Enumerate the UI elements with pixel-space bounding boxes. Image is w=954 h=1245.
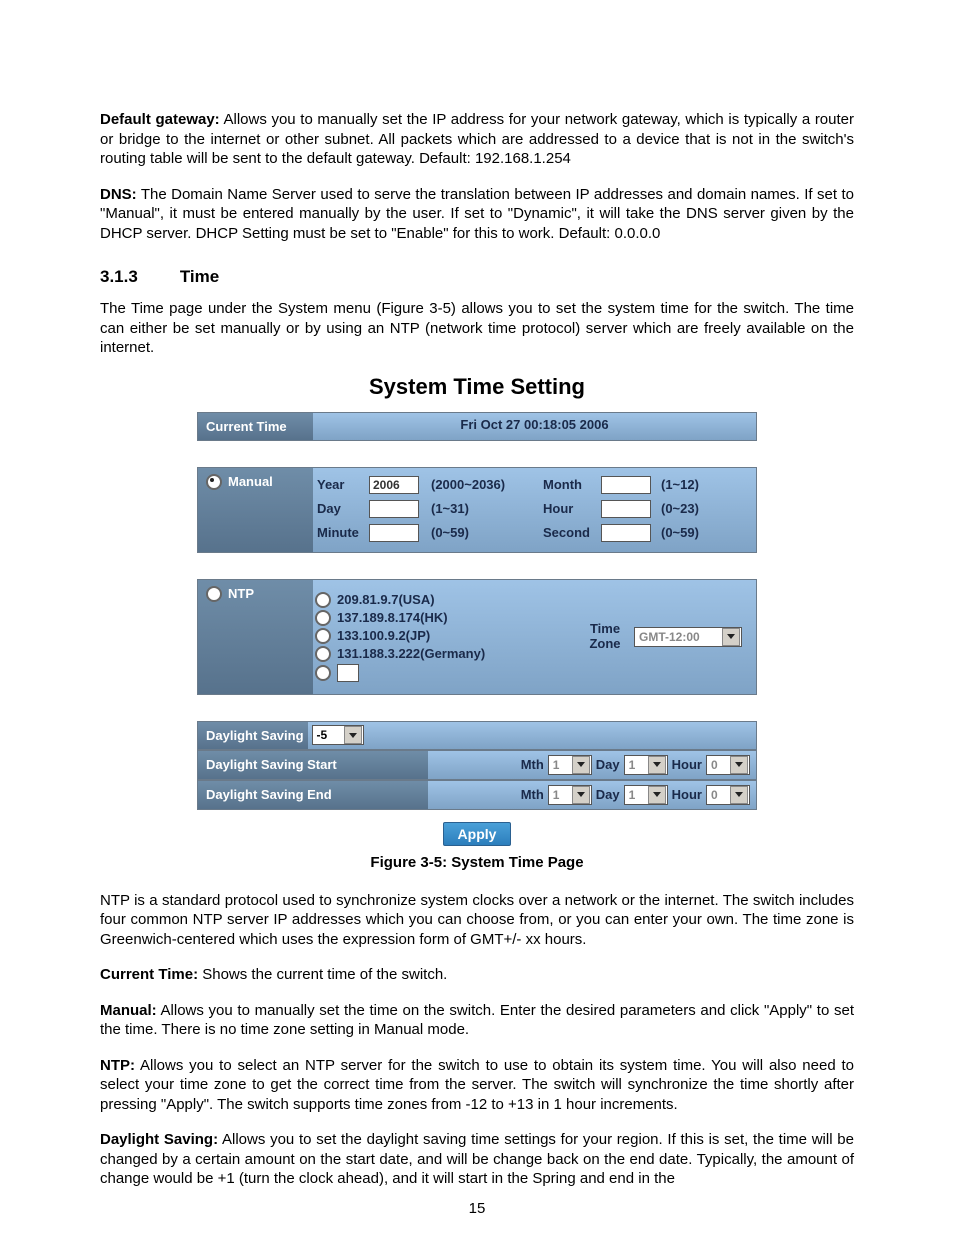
second-hint: (0~59): [661, 525, 731, 540]
page-number: 15: [0, 1200, 954, 1217]
paragraph-daylight-saving: Daylight Saving: Allows you to set the d…: [100, 1130, 854, 1189]
radio-ntp-server-3[interactable]: [315, 646, 331, 662]
ntp-option-0[interactable]: 209.81.9.7(USA): [315, 592, 582, 608]
year-input[interactable]: [369, 476, 419, 494]
day-input[interactable]: [369, 500, 419, 518]
start-month-dropdown[interactable]: 1: [548, 755, 592, 775]
radio-ntp-server-custom[interactable]: [315, 665, 331, 681]
timezone-label: TimeZone: [582, 622, 628, 651]
second-input[interactable]: [601, 524, 651, 542]
term-ntp: NTP:: [100, 1057, 135, 1074]
chevron-down-icon[interactable]: [730, 756, 748, 774]
term-daylight-saving: Daylight Saving:: [100, 1131, 218, 1148]
paragraph-manual: Manual: Allows you to manually set the t…: [100, 1001, 854, 1040]
figure-system-time: System Time Setting Current Time Fri Oct…: [197, 374, 757, 846]
paragraph-ntp: NTP: Allows you to select an NTP server …: [100, 1056, 854, 1115]
start-mth-label: Mth: [521, 757, 544, 772]
section-heading-time: 3.1.3Time: [100, 267, 854, 287]
manual-row: Manual Year (2000~2036) Month (1~12) Day…: [197, 467, 757, 553]
hour-hint: (0~23): [661, 501, 731, 516]
ntp-option-custom[interactable]: [315, 664, 582, 682]
start-day-label: Day: [596, 757, 620, 772]
chevron-down-icon[interactable]: [344, 726, 362, 744]
term-dns: DNS:: [100, 186, 137, 203]
ntp-option-2[interactable]: 133.100.9.2(JP): [315, 628, 582, 644]
ntp-row: NTP 209.81.9.7(USA) 137.189.8.174(HK) 13…: [197, 579, 757, 695]
paragraph-current-time: Current Time: Shows the current time of …: [100, 965, 854, 985]
start-hour-label: Hour: [672, 757, 702, 772]
ntp-custom-input[interactable]: [337, 664, 359, 682]
daylight-saving-offset-row: Daylight Saving -5: [197, 721, 757, 750]
minute-input[interactable]: [369, 524, 419, 542]
hour-input[interactable]: [601, 500, 651, 518]
daylight-start-row: Daylight Saving Start Mth 1 Day 1 Hour 0: [197, 750, 757, 780]
term-current-time: Current Time:: [100, 966, 198, 983]
end-hour-dropdown[interactable]: 0: [706, 785, 750, 805]
manual-label-cell[interactable]: Manual: [198, 468, 313, 552]
timezone-dropdown[interactable]: GMT-12:00: [634, 627, 742, 647]
end-hour-label: Hour: [672, 787, 702, 802]
manual-label: Manual: [228, 474, 273, 489]
month-input[interactable]: [601, 476, 651, 494]
ntp-label: NTP: [228, 586, 254, 601]
paragraph-default-gateway: Default gateway: Allows you to manually …: [100, 110, 854, 169]
paragraph-ntp-intro: NTP is a standard protocol used to synch…: [100, 891, 854, 950]
apply-button[interactable]: Apply: [443, 822, 512, 846]
minute-hint: (0~59): [431, 525, 541, 540]
daylight-end-label: Daylight Saving End: [198, 781, 428, 809]
hour-label: Hour: [541, 501, 601, 516]
end-day-dropdown[interactable]: 1: [624, 785, 668, 805]
month-label: Month: [541, 477, 601, 492]
chevron-down-icon[interactable]: [648, 756, 666, 774]
end-month-dropdown[interactable]: 1: [548, 785, 592, 805]
ntp-option-1[interactable]: 137.189.8.174(HK): [315, 610, 582, 626]
current-time-value: Fri Oct 27 00:18:05 2006: [313, 413, 756, 440]
chevron-down-icon[interactable]: [722, 628, 740, 646]
start-hour-dropdown[interactable]: 0: [706, 755, 750, 775]
year-hint: (2000~2036): [431, 477, 541, 492]
start-day-dropdown[interactable]: 1: [624, 755, 668, 775]
day-hint: (1~31): [431, 501, 541, 516]
figure-caption: Figure 3-5: System Time Page: [100, 854, 854, 871]
daylight-end-row: Daylight Saving End Mth 1 Day 1 Hour 0: [197, 780, 757, 810]
paragraph-dns: DNS: The Domain Name Server used to serv…: [100, 185, 854, 244]
radio-ntp-server-2[interactable]: [315, 628, 331, 644]
chevron-down-icon[interactable]: [730, 786, 748, 804]
year-label: Year: [315, 477, 369, 492]
radio-manual[interactable]: [206, 474, 222, 490]
chevron-down-icon[interactable]: [648, 786, 666, 804]
term-manual: Manual:: [100, 1002, 157, 1019]
chevron-down-icon[interactable]: [572, 756, 590, 774]
chevron-down-icon[interactable]: [572, 786, 590, 804]
radio-ntp-server-0[interactable]: [315, 592, 331, 608]
ntp-label-cell[interactable]: NTP: [198, 580, 313, 694]
daylight-saving-label: Daylight Saving: [198, 722, 308, 749]
daylight-start-label: Daylight Saving Start: [198, 751, 428, 779]
end-day-label: Day: [596, 787, 620, 802]
paragraph-time-intro: The Time page under the System menu (Fig…: [100, 299, 854, 358]
daylight-offset-dropdown[interactable]: -5: [312, 725, 364, 745]
current-time-label: Current Time: [198, 413, 313, 440]
month-hint: (1~12): [661, 477, 731, 492]
radio-ntp-server-1[interactable]: [315, 610, 331, 626]
ntp-option-3[interactable]: 131.188.3.222(Germany): [315, 646, 582, 662]
end-mth-label: Mth: [521, 787, 544, 802]
minute-label: Minute: [315, 525, 369, 540]
day-label: Day: [315, 501, 369, 516]
radio-ntp[interactable]: [206, 586, 222, 602]
term-default-gateway: Default gateway:: [100, 111, 220, 128]
current-time-row: Current Time Fri Oct 27 00:18:05 2006: [197, 412, 757, 441]
second-label: Second: [541, 525, 601, 540]
figure-title: System Time Setting: [197, 374, 757, 400]
